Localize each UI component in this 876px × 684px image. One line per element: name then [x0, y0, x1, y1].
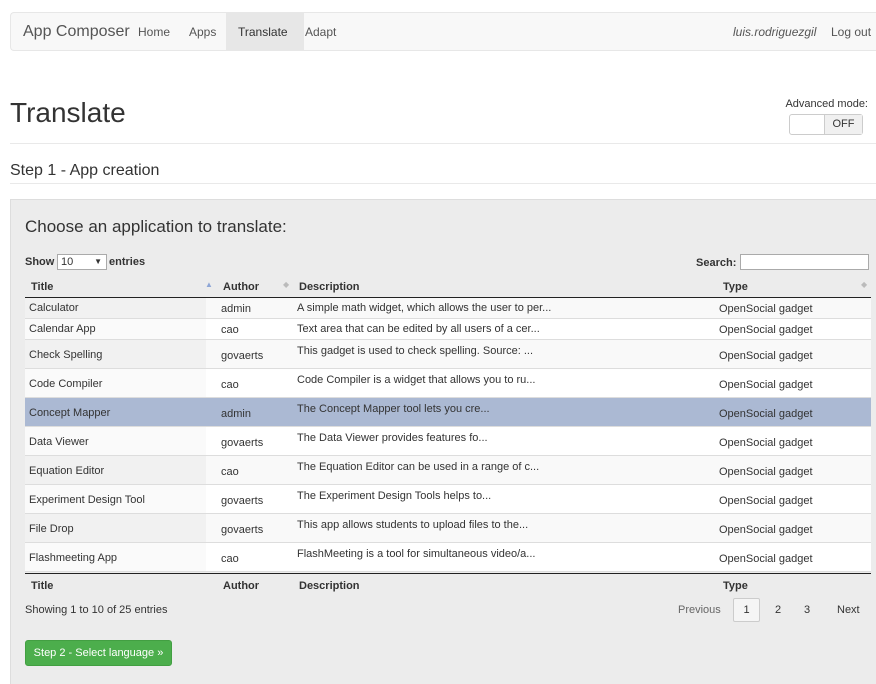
sort-both-icon: ◆	[283, 280, 290, 289]
cell-type: OpenSocial gadget	[719, 466, 813, 478]
table-row[interactable]: Check Spelling govaerts This gadget is use…	[25, 340, 871, 369]
column-header-description[interactable]: Description	[299, 281, 360, 293]
table-row[interactable]: File Drop govaerts This app allows student…	[25, 514, 871, 543]
show-label: Show	[25, 256, 55, 268]
pagination-next[interactable]: Next	[837, 604, 860, 616]
logout-link[interactable]: Log out	[831, 25, 871, 39]
pagination-page-3[interactable]: 3	[804, 604, 810, 616]
footer-column-title: Title	[31, 580, 54, 592]
cell-type: OpenSocial gadget	[719, 324, 813, 336]
cell-title: Concept Mapper	[29, 407, 111, 419]
footer-column-type: Type	[723, 580, 748, 592]
table-row[interactable]: Data Viewer govaerts The Data Viewer provi…	[25, 427, 871, 456]
nav-home[interactable]: Home	[138, 25, 170, 39]
cell-description: The Data Viewer provides features fo...	[297, 432, 488, 444]
cell-description: The Equation Editor can be used in a ran…	[297, 461, 540, 473]
divider	[10, 143, 876, 144]
column-header-author[interactable]: Author	[223, 281, 259, 293]
column-header-type[interactable]: Type	[723, 281, 748, 293]
cell-title: Data Viewer	[29, 436, 89, 448]
navbar: App Composer Home Apps Translate Adapt l…	[10, 12, 876, 51]
user-link[interactable]: luis.rodriguezgil	[733, 25, 816, 39]
cell-description: This app allows students to upload files…	[297, 519, 529, 531]
table-row[interactable]: Experiment Design Tool govaerts The Experi…	[25, 485, 871, 514]
table-row[interactable]: Flashmeeting App cao FlashMeeting is a too…	[25, 543, 871, 572]
advanced-mode-label: Advanced mode:	[785, 98, 868, 110]
toggle-off-label: OFF	[824, 115, 862, 134]
advanced-mode-toggle[interactable]: OFF	[789, 114, 863, 135]
nav-translate[interactable]: Translate	[238, 25, 288, 39]
cell-title: Calendar App	[29, 323, 96, 335]
pagination-page-1[interactable]: 1	[733, 598, 760, 622]
app-selection-panel: Choose an application to translate: Show…	[10, 199, 876, 684]
cell-author: govaerts	[221, 524, 264, 536]
table-row[interactable]: Calculator admin A simple math widget, whi…	[25, 298, 871, 319]
nav-apps[interactable]: Apps	[189, 25, 216, 39]
cell-description: Text area that can be edited by all user…	[297, 323, 540, 335]
footer-column-author: Author	[223, 580, 260, 592]
cell-author: cao	[221, 553, 239, 565]
cell-description: This gadget is used to check spelling. S…	[297, 345, 534, 357]
cell-description: The Experiment Design Tools helps to...	[297, 490, 492, 502]
page-title: Translate	[10, 97, 126, 128]
cell-type: OpenSocial gadget	[719, 408, 813, 420]
cell-description: A simple math widget, which allows the u…	[297, 302, 552, 314]
cell-type: OpenSocial gadget	[719, 495, 813, 507]
table-info: Showing 1 to 10 of 25 entries	[25, 604, 168, 616]
table-footer-border	[25, 573, 871, 574]
footer-column-description: Description	[299, 580, 360, 592]
page-size-value: 10	[61, 256, 74, 268]
cell-author: cao	[221, 379, 239, 391]
nav-adapt[interactable]: Adapt	[305, 25, 336, 39]
cell-title: Flashmeeting App	[29, 552, 118, 564]
search-label: Search:	[696, 257, 737, 269]
cell-type: OpenSocial gadget	[719, 437, 813, 449]
cell-description: The Concept Mapper tool lets you cre...	[297, 403, 490, 415]
table-row[interactable]: Concept Mapper admin The Concept Mapper to…	[25, 398, 871, 427]
page-size-select[interactable]: 10 ▼	[57, 254, 107, 270]
cell-author: govaerts	[221, 495, 264, 507]
step-title: Step 1 - App creation	[10, 162, 160, 179]
cell-title: Experiment Design Tool	[29, 494, 145, 506]
cell-type: OpenSocial gadget	[719, 524, 813, 536]
brand-link[interactable]: App Composer	[23, 23, 130, 41]
cell-title: File Drop	[29, 523, 74, 535]
table-row[interactable]: Equation Editor cao The Equation Editor ca…	[25, 456, 871, 485]
cell-author: cao	[221, 466, 239, 478]
cell-type: OpenSocial gadget	[719, 553, 813, 565]
caret-down-icon: ▼	[94, 257, 102, 266]
cell-description: FlashMeeting is a tool for simultaneous …	[297, 548, 536, 560]
search-input[interactable]	[740, 254, 869, 270]
column-header-title[interactable]: Title	[31, 281, 53, 293]
cell-author: admin	[221, 408, 251, 420]
cell-type: OpenSocial gadget	[719, 303, 813, 315]
entries-label: entries	[109, 256, 146, 268]
cell-author: admin	[221, 303, 251, 315]
cell-type: OpenSocial gadget	[719, 350, 813, 362]
cell-author: govaerts	[221, 350, 264, 362]
cell-title: Code Compiler	[29, 378, 103, 390]
next-step-button[interactable]: Step 2 - Select language »	[25, 640, 172, 666]
cell-author: cao	[221, 324, 239, 336]
table-row[interactable]: Code Compiler cao Code Compiler is a widge…	[25, 369, 871, 398]
panel-title: Choose an application to translate:	[25, 217, 287, 236]
pagination-previous[interactable]: Previous	[678, 604, 721, 616]
cell-description: Code Compiler is a widget that allows yo…	[297, 374, 536, 386]
table-row[interactable]: Calendar App cao Text area that can be edi…	[25, 319, 871, 340]
sort-asc-icon: ▲	[205, 280, 213, 289]
pagination-page-2[interactable]: 2	[775, 604, 781, 616]
cell-title: Calculator	[29, 302, 79, 314]
cell-title: Check Spelling	[29, 349, 103, 361]
sort-both-icon: ◆	[861, 280, 868, 289]
cell-author: govaerts	[221, 437, 264, 449]
cell-title: Equation Editor	[29, 465, 105, 477]
divider	[10, 183, 876, 184]
cell-type: OpenSocial gadget	[719, 379, 813, 391]
